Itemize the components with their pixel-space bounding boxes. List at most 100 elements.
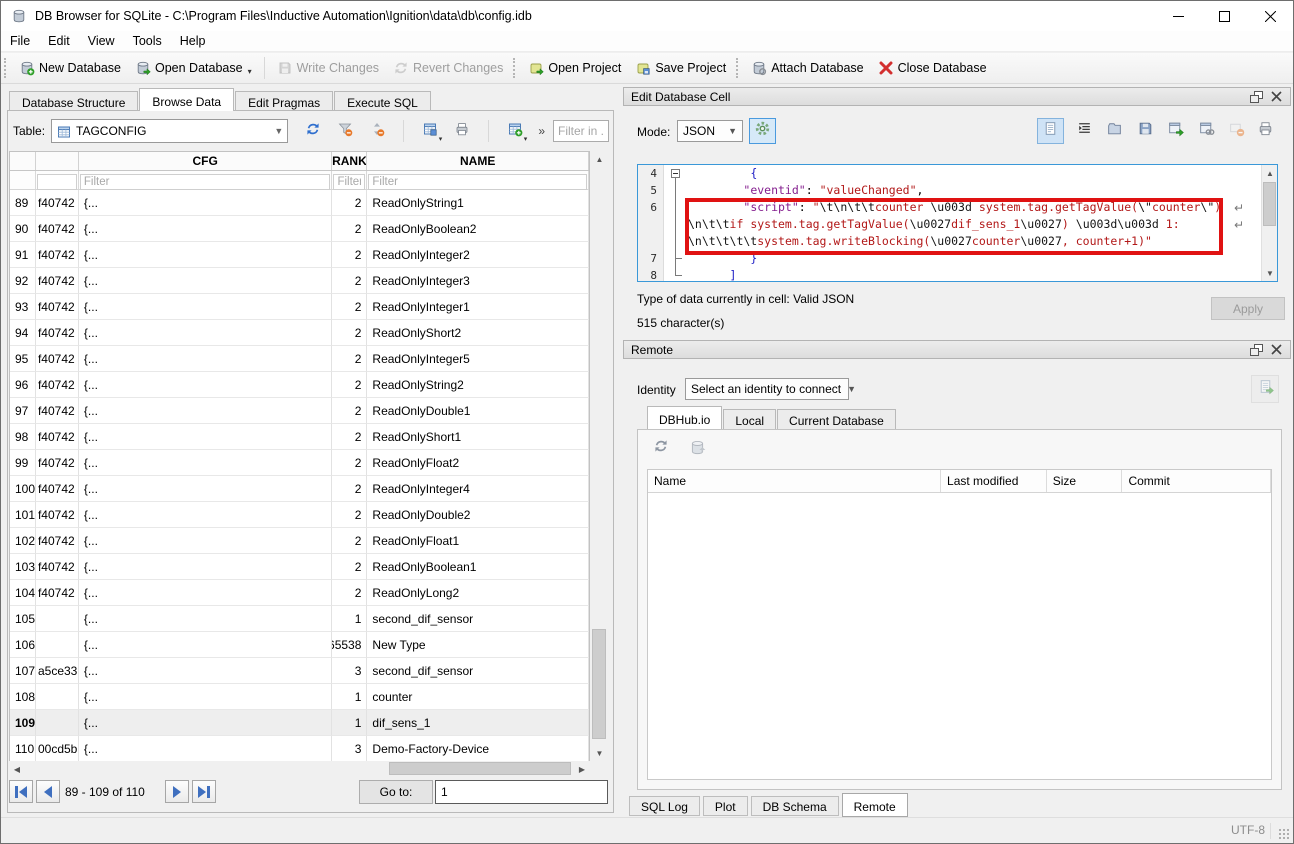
save-file-button[interactable] <box>1132 118 1159 144</box>
dropdown-arrow-icon[interactable]: ▾ <box>248 67 252 76</box>
cell-cfg[interactable]: {... <box>79 320 333 346</box>
text-mode-button[interactable] <box>1037 118 1064 144</box>
next-page-button[interactable] <box>165 780 189 803</box>
column-header-CFG[interactable]: CFG <box>79 152 333 170</box>
cell-cfg[interactable]: {... <box>79 450 333 476</box>
cell-cfg[interactable]: {... <box>79 736 333 762</box>
cell-name[interactable]: second_dif_sensor <box>367 606 589 632</box>
cell-cfg[interactable]: {... <box>79 216 333 242</box>
menu-help[interactable]: Help <box>171 32 215 50</box>
cell-rank[interactable]: 65538 <box>332 632 367 658</box>
cell-name[interactable]: ReadOnlyDouble2 <box>367 502 589 528</box>
grid-horizontal-scrollbar[interactable]: ◀ ▶ <box>9 761 590 777</box>
editor-scroll-thumb[interactable] <box>1263 182 1276 226</box>
editor-scrollbar[interactable]: ▲ ▼ <box>1261 165 1277 281</box>
cell-num[interactable]: 109 <box>10 710 36 736</box>
tab-browse-data[interactable]: Browse Data <box>139 88 234 111</box>
cell-name[interactable]: ReadOnlyInteger5 <box>367 346 589 372</box>
cell-rank[interactable]: 2 <box>332 372 367 398</box>
scroll-right-icon[interactable]: ▶ <box>574 761 590 777</box>
cell-rank[interactable]: 2 <box>332 424 367 450</box>
dropdown-arrow-icon[interactable]: ▾ <box>439 135 443 143</box>
table-row[interactable]: 94f40742{...2ReadOnlyShort2 <box>10 320 589 346</box>
table-row[interactable]: 101f40742{...2ReadOnlyDouble2 <box>10 502 589 528</box>
remote-column-commit[interactable]: Commit <box>1122 470 1271 492</box>
cell-num[interactable]: 97 <box>10 398 36 424</box>
cell-rank[interactable]: 2 <box>332 216 367 242</box>
cell-id[interactable]: f40742 <box>36 476 79 502</box>
cell-rank[interactable]: 2 <box>332 320 367 346</box>
cell-id[interactable]: f40742 <box>36 346 79 372</box>
column-filter-input[interactable] <box>368 174 587 190</box>
remote-column-last-modified[interactable]: Last modified <box>941 470 1047 492</box>
encoding-indicator[interactable]: UTF-8 <box>1231 823 1265 837</box>
table-row[interactable]: 90f40742{...2ReadOnlyBoolean2 <box>10 216 589 242</box>
resize-grip[interactable] <box>1278 828 1290 840</box>
table-row[interactable]: 99f40742{...2ReadOnlyFloat2 <box>10 450 589 476</box>
dock-tab-plot[interactable]: Plot <box>703 796 748 816</box>
cell-name[interactable]: ReadOnlyDouble1 <box>367 398 589 424</box>
cell-id[interactable]: 00cd5b <box>36 736 79 762</box>
cell-num[interactable]: 99 <box>10 450 36 476</box>
word-wrap-button[interactable] <box>1071 118 1098 144</box>
cell-id[interactable]: f40742 <box>36 268 79 294</box>
cell-name[interactable]: ReadOnlyBoolean1 <box>367 554 589 580</box>
cell-rank[interactable]: 3 <box>332 658 367 684</box>
float-dock-icon[interactable] <box>1250 344 1263 356</box>
cell-id[interactable]: f40742 <box>36 372 79 398</box>
cell-num[interactable]: 103 <box>10 554 36 580</box>
cell-rank[interactable]: 2 <box>332 580 367 606</box>
cell-rank[interactable]: 2 <box>332 528 367 554</box>
cell-rank[interactable]: 2 <box>332 450 367 476</box>
cell-id[interactable]: f40742 <box>36 580 79 606</box>
last-page-button[interactable] <box>192 780 216 803</box>
cell-rank[interactable]: 2 <box>332 476 367 502</box>
scroll-down-icon[interactable]: ▼ <box>591 745 608 761</box>
editor-line[interactable]: 8 ] <box>638 267 1277 282</box>
cell-num[interactable]: 104 <box>10 580 36 606</box>
new-record-button[interactable]: ▾ <box>504 120 526 142</box>
cell-cfg[interactable]: {... <box>79 684 333 710</box>
column-header-rownum[interactable] <box>10 152 36 170</box>
print-button[interactable] <box>1252 118 1279 144</box>
cell-name[interactable]: ReadOnlyFloat2 <box>367 450 589 476</box>
column-filter-input[interactable] <box>333 174 365 190</box>
identity-selector[interactable]: Select an identity to connect ▼ <box>685 378 849 400</box>
save-project-button[interactable]: Save Project <box>628 56 733 80</box>
mode-selector[interactable]: JSON ▼ <box>677 120 743 142</box>
table-row[interactable]: 102f40742{...2ReadOnlyFloat1 <box>10 528 589 554</box>
dock-tab-sql-log[interactable]: SQL Log <box>629 796 700 816</box>
cell-rank[interactable]: 2 <box>332 294 367 320</box>
maximize-button[interactable] <box>1201 1 1247 31</box>
remote-tab-dbhub-io[interactable]: DBHub.io <box>647 406 722 429</box>
attach-database-button[interactable]: Attach Database <box>744 56 870 80</box>
scroll-up-icon[interactable]: ▲ <box>591 151 608 167</box>
cell-name[interactable]: ReadOnlyInteger3 <box>367 268 589 294</box>
cell-rank[interactable]: 1 <box>332 710 367 736</box>
open-url-button[interactable] <box>1193 118 1220 144</box>
cell-name[interactable]: ReadOnlyString2 <box>367 372 589 398</box>
cell-name[interactable]: Demo-Factory-Device <box>367 736 589 762</box>
cell-num[interactable]: 101 <box>10 502 36 528</box>
table-row[interactable]: 107a5ce33{...3second_dif_sensor <box>10 658 589 684</box>
table-row[interactable]: 109{...1dif_sens_1 <box>10 710 589 736</box>
clear-sorting-button[interactable] <box>366 120 388 142</box>
cell-id[interactable]: f40742 <box>36 528 79 554</box>
grid-vertical-scrollbar[interactable]: ▲ ▼ <box>591 151 608 761</box>
cell-num[interactable]: 93 <box>10 294 36 320</box>
cell-num[interactable]: 102 <box>10 528 36 554</box>
column-header-RANK[interactable]: RANK <box>332 152 367 170</box>
cell-name[interactable]: ReadOnlyShort2 <box>367 320 589 346</box>
first-page-button[interactable] <box>9 780 33 803</box>
cell-id[interactable] <box>36 710 79 736</box>
vertical-scroll-thumb[interactable] <box>592 629 606 739</box>
editor-line[interactable]: 4 { <box>638 165 1277 182</box>
editor-line[interactable]: 5 "eventid": "valueChanged", <box>638 182 1277 199</box>
cell-name[interactable]: counter <box>367 684 589 710</box>
print-button[interactable] <box>451 120 473 142</box>
remote-tab-current-database[interactable]: Current Database <box>777 409 896 429</box>
cell-name[interactable]: ReadOnlyFloat1 <box>367 528 589 554</box>
cell-rank[interactable]: 2 <box>332 190 367 216</box>
cell-cfg[interactable]: {... <box>79 346 333 372</box>
toolbar-overflow-icon[interactable]: » <box>538 124 545 138</box>
